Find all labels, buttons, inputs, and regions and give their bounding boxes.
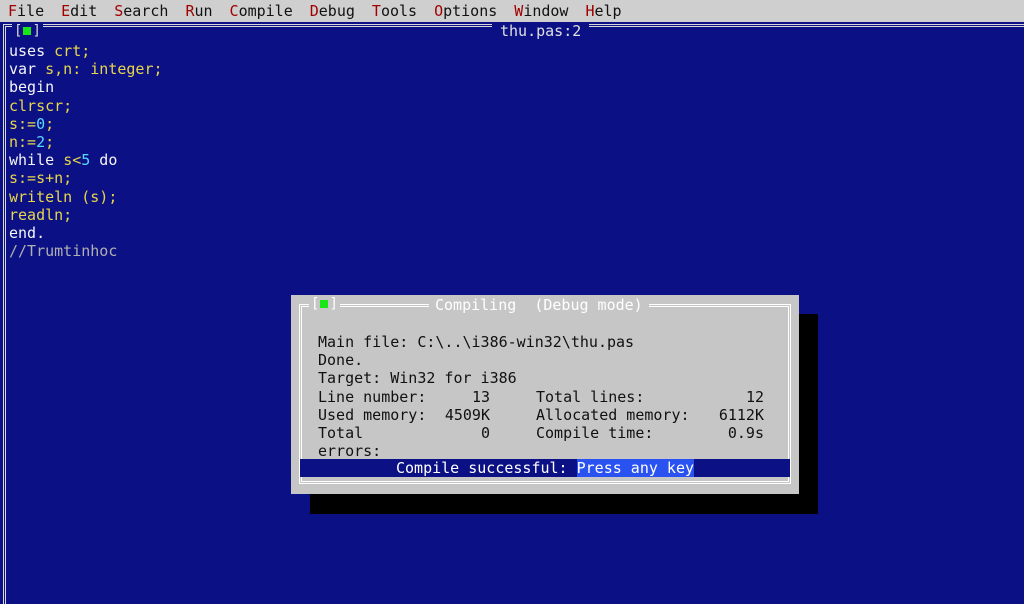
stat-value: 0: [480, 423, 490, 442]
compile-dialog: [] Compiling (Debug mode) Main file: C:\…: [291, 295, 799, 494]
menu-label: ebug: [318, 2, 355, 20]
menu-item-run[interactable]: Run: [185, 0, 212, 22]
code-token: end.: [9, 223, 46, 242]
code-token: s,n: integer;: [45, 60, 163, 79]
status-text: Compile successful:: [395, 459, 577, 477]
menu-hotkey: D: [309, 2, 319, 20]
menu-bar: File Edit Search Run Compile Debug Tools Option…: [0, 0, 1024, 22]
window-indicator-icon: [23, 27, 32, 35]
menu-hotkey: T: [371, 2, 381, 20]
target-text: Target: Win32 for i386: [318, 369, 517, 388]
code-line: end.: [9, 224, 163, 242]
main-file-text: Main file: C:\..\i386-win32\thu.pas: [318, 333, 635, 351]
menu-hotkey: C: [229, 2, 239, 20]
menu-label: ompile: [238, 2, 293, 20]
menu-label: elp: [594, 2, 622, 20]
code-token: 2: [36, 132, 46, 151]
code-line: uses crt;: [9, 42, 163, 60]
code-token: begin: [9, 78, 55, 97]
code-token: uses: [9, 42, 55, 60]
stat-label: Compile time:: [536, 423, 654, 442]
stat-label: Allocated memory:: [536, 405, 690, 424]
code-token: ;: [45, 132, 55, 151]
compile-status-bar[interactable]: Compile successful: Press any key: [300, 459, 790, 477]
code-line: writeln (s);: [9, 188, 163, 206]
menu-item-compile[interactable]: Compile: [230, 0, 293, 22]
stat-label: Used memory:: [318, 405, 427, 424]
done-text: Done.: [318, 351, 364, 370]
menu-label: ptions: [443, 2, 498, 20]
menu-item-options[interactable]: Options: [434, 0, 497, 22]
code-line: var s,n: integer;: [9, 60, 163, 78]
menu-hotkey: H: [585, 2, 595, 20]
menu-item-file[interactable]: File: [8, 0, 44, 22]
code-line: s:=0;: [9, 115, 163, 133]
code-token: do: [90, 151, 118, 170]
code-line: //Trumtinhoc: [9, 242, 163, 260]
menu-hotkey: W: [514, 2, 524, 20]
stat-row: Line number: 13 Total lines: 12: [318, 388, 764, 406]
menu-item-debug[interactable]: Debug: [310, 0, 355, 22]
stat-label: Line number:: [318, 387, 427, 406]
stat-value: 12: [745, 387, 764, 406]
code-line: while s<5 do: [9, 151, 163, 169]
menu-label: un: [194, 2, 213, 20]
code-token: n:=: [9, 132, 37, 151]
code-line: n:=2;: [9, 133, 163, 151]
menu-hotkey: O: [434, 2, 444, 20]
menu-hotkey: S: [114, 2, 124, 20]
code-line: clrscr;: [9, 97, 163, 115]
code-token: ;: [45, 114, 55, 133]
stat-label: Total errors:: [318, 423, 382, 461]
dialog-title: Compiling (Debug mode): [429, 296, 649, 314]
stat-value: 0.9s: [727, 423, 764, 442]
dialog-indicator-icon: [320, 300, 329, 308]
menu-item-edit[interactable]: Edit: [61, 0, 97, 22]
stat-value: 6112K: [718, 405, 764, 424]
menu-item-help[interactable]: Help: [585, 0, 621, 22]
code-token: 5: [81, 151, 91, 170]
editor-close-button[interactable]: []: [12, 24, 43, 40]
stat-label: Total lines:: [536, 387, 645, 406]
stat-value: 4509K: [444, 405, 490, 424]
menu-label: dit: [70, 2, 98, 20]
code-editor[interactable]: uses crt; var s,n: integer; begin clrscr; s:…: [9, 42, 163, 260]
code-token: readln;: [9, 205, 73, 224]
menu-label: ile: [17, 2, 45, 20]
dialog-close-button[interactable]: []: [309, 296, 340, 312]
menu-label: earch: [123, 2, 169, 20]
compile-info: Main file: C:\..\i386-win32\thu.pas Done…: [318, 333, 764, 461]
menu-item-tools[interactable]: Tools: [372, 0, 417, 22]
code-token: writeln (s);: [9, 187, 118, 206]
code-line: s:=s+n;: [9, 169, 163, 187]
code-token: crt;: [54, 42, 91, 60]
code-token: clrscr;: [9, 96, 73, 115]
menu-label: ools: [380, 2, 418, 20]
code-token: s<: [63, 151, 82, 170]
code-token: s:=s+n;: [9, 169, 73, 188]
code-token: 0: [36, 114, 46, 133]
menu-label: indow: [523, 2, 569, 20]
menu-hotkey: F: [8, 2, 18, 20]
stat-row: Used memory: 4509K Allocated memory: 611…: [318, 406, 764, 424]
editor-title: thu.pas:2: [492, 22, 590, 40]
press-any-key-text: Press any key: [576, 459, 695, 477]
stat-row: Total errors: 0 Compile time: 0.9s: [318, 423, 764, 461]
code-token: while: [9, 151, 64, 170]
code-line: begin: [9, 78, 163, 96]
code-token: //Trumtinhoc: [9, 242, 118, 261]
stat-value: 13: [471, 387, 490, 406]
menu-item-search[interactable]: Search: [114, 0, 168, 22]
code-line: readln;: [9, 206, 163, 224]
code-token: var: [9, 60, 46, 79]
menu-hotkey: E: [61, 2, 71, 20]
menu-item-window[interactable]: Window: [514, 0, 568, 22]
code-token: s:=: [9, 114, 37, 133]
